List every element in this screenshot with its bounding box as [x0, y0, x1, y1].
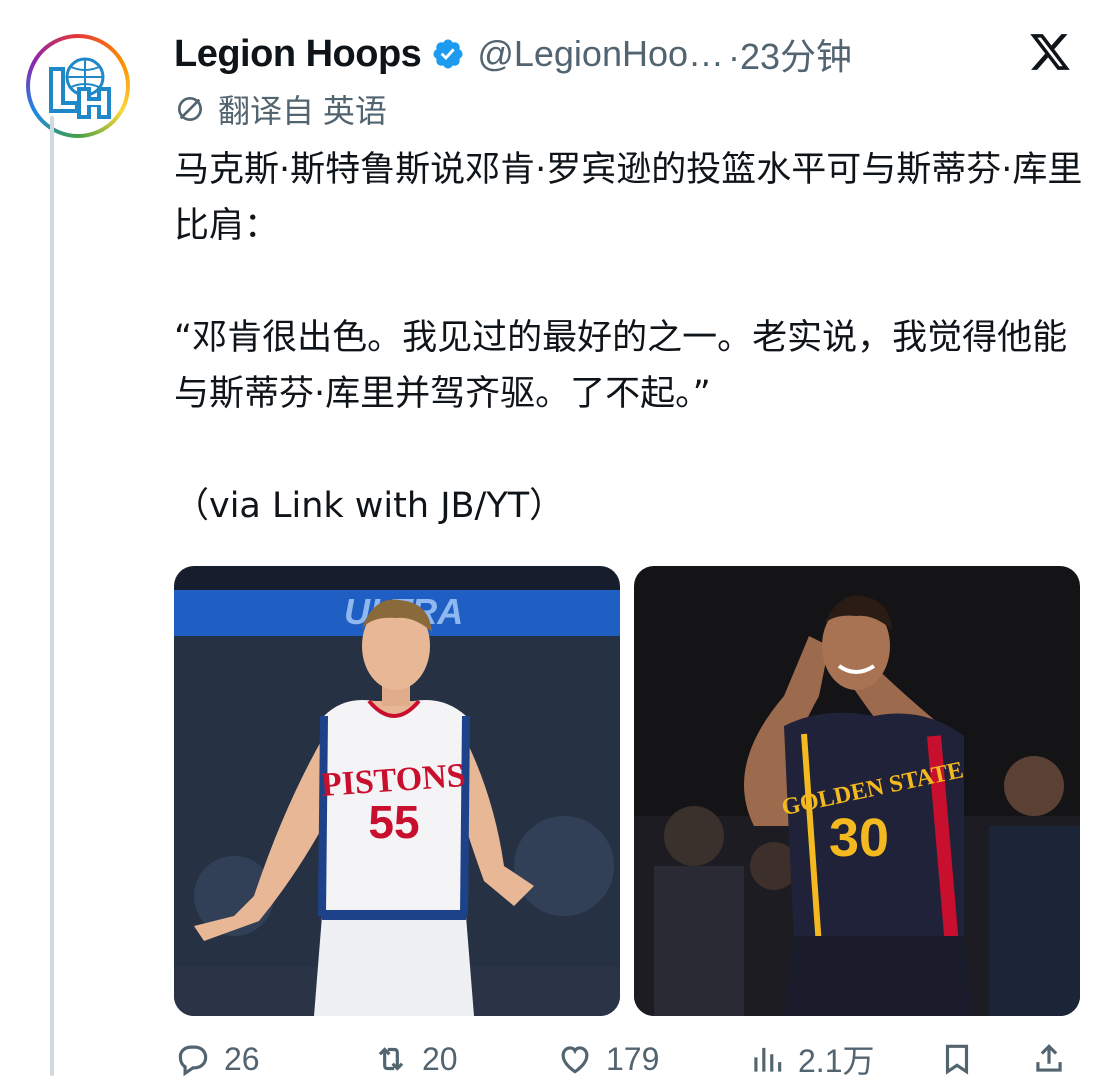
like-count: 179 [606, 1040, 660, 1077]
retweet-count: 20 [422, 1040, 458, 1077]
photo-warriors-player[interactable]: GOLDEN STATE 30 [634, 566, 1080, 1016]
share-button[interactable] [1030, 1040, 1080, 1078]
thread-line [50, 116, 54, 1076]
tweet-text: 马克斯·斯特鲁斯说邓肯·罗宾逊的投篮水平可与斯蒂芬·库里比肩： “邓肯很出色。我… [174, 142, 1086, 534]
translate-icon [178, 97, 202, 121]
jersey-number-text: 55 [368, 796, 419, 848]
photo-pistons-player[interactable]: ULTRA PISTONS 55 [174, 566, 620, 1016]
action-bar: 26 20 179 2.1万 [174, 1034, 1080, 1080]
retweet-button[interactable]: 20 [372, 1040, 458, 1078]
views-count: 2.1万 [798, 1043, 875, 1079]
translated-label: 翻译自 英语 [218, 93, 387, 129]
bookmark-button[interactable] [938, 1040, 988, 1078]
tweet-paragraph-1: 马克斯·斯特鲁斯说邓肯·罗宾逊的投篮水平可与斯蒂芬·库里比肩： [174, 150, 1083, 246]
translated-indicator[interactable]: 翻译自 英语 [174, 86, 387, 132]
retweet-icon [378, 1047, 404, 1071]
heart-icon [561, 1046, 589, 1074]
jersey-number-text-right: 30 [829, 808, 889, 868]
media-grid: ULTRA PISTONS 55 [174, 566, 1080, 1016]
views-chart-icon [754, 1047, 782, 1072]
tweet-paragraph-3[interactable]: （via Link with JB/YT） [174, 478, 1086, 534]
like-button[interactable]: 179 [556, 1040, 659, 1078]
timestamp[interactable]: ·23分钟 [728, 28, 852, 80]
x-logo-icon[interactable] [1028, 30, 1072, 74]
tweet-paragraph-2: “邓肯很出色。我见过的最好的之一。老实说，我觉得他能与斯蒂芬·库里并驾齐驱。了不… [174, 318, 1068, 414]
author-name[interactable]: Legion Hoops [174, 33, 422, 76]
tweet-header: Legion Hoops @LegionHoo… ·23分钟 [174, 26, 1084, 82]
legion-hoops-logo [49, 57, 111, 119]
avatar[interactable] [26, 34, 130, 138]
reply-icon [178, 1045, 208, 1077]
bookmark-icon [945, 1044, 969, 1075]
reply-button[interactable]: 26 [174, 1040, 260, 1078]
views-button[interactable]: 2.1万 [748, 1036, 875, 1080]
author-handle[interactable]: @LegionHoo… [477, 33, 724, 75]
reply-count: 26 [224, 1040, 260, 1077]
verified-badge-icon [433, 39, 463, 69]
share-icon [1036, 1044, 1062, 1072]
